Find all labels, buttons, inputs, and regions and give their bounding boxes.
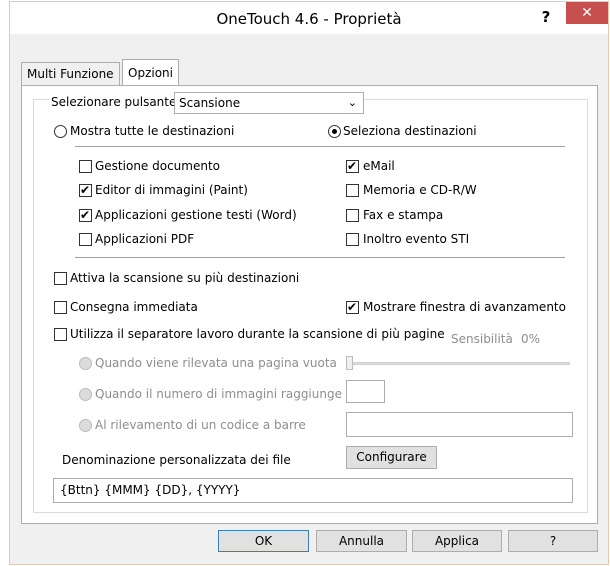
barcode-label: Al rilevamento di un codice a barre bbox=[95, 418, 306, 432]
button-select-dropdown[interactable]: Scansione ⌄ bbox=[174, 92, 364, 114]
button-select-label: Selezionare pulsante: bbox=[49, 94, 183, 110]
show-progress-label: Mostrare finestra di avanzamento bbox=[363, 300, 566, 314]
dest-label-email: eMail bbox=[363, 159, 395, 173]
multi-destination-label: Attiva la scansione su più destinazioni bbox=[70, 271, 300, 285]
dest-checkbox-gestione-documento[interactable] bbox=[79, 160, 92, 173]
apply-button[interactable]: Applica bbox=[412, 530, 502, 552]
job-separator-checkbox[interactable] bbox=[54, 328, 67, 341]
dest-checkbox-email[interactable] bbox=[346, 159, 359, 173]
help-button[interactable]: ? bbox=[508, 530, 598, 552]
dest-label-inoltro-sti: Inoltro evento STI bbox=[363, 232, 470, 246]
select-destinations-radio[interactable] bbox=[328, 125, 341, 138]
instant-delivery-label: Consegna immediata bbox=[70, 300, 198, 314]
dest-checkbox-inoltro-sti[interactable] bbox=[346, 233, 359, 246]
show-progress-checkbox[interactable] bbox=[346, 300, 359, 314]
dest-label-gestione-documento: Gestione documento bbox=[95, 159, 221, 173]
title-bar: OneTouch 4.6 - Proprietà ? ✕ bbox=[10, 2, 608, 34]
blank-page-radio[interactable] bbox=[79, 357, 92, 370]
barcode-input[interactable] bbox=[346, 412, 573, 437]
dest-checkbox-applicazioni-pdf[interactable] bbox=[79, 233, 92, 246]
file-naming-label: Denominazione personalizzata dei file bbox=[62, 453, 291, 467]
ok-button[interactable]: OK bbox=[218, 530, 309, 552]
show-all-destinations-label: Mostra tutte le destinazioni bbox=[70, 124, 235, 138]
job-separator-label: Utilizza il separatore lavoro durante la… bbox=[70, 327, 445, 341]
tab-multi-funzione[interactable]: Multi Funzione bbox=[21, 62, 120, 85]
sensitivity-slider-thumb[interactable] bbox=[346, 356, 353, 370]
sensitivity-label: Sensibilità bbox=[451, 332, 513, 346]
sensitivity-slider-track[interactable] bbox=[348, 362, 570, 365]
select-destinations-label: Seleziona destinazioni bbox=[343, 124, 477, 138]
dest-checkbox-editor-immagini[interactable] bbox=[79, 183, 92, 197]
dest-checkbox-fax-stampa[interactable] bbox=[346, 209, 359, 222]
multi-destination-checkbox[interactable] bbox=[54, 272, 67, 285]
configure-button[interactable]: Configurare bbox=[346, 446, 437, 469]
close-button[interactable]: ✕ bbox=[566, 2, 608, 24]
window-title: OneTouch 4.6 - Proprietà bbox=[216, 10, 402, 28]
image-count-input[interactable] bbox=[346, 380, 385, 403]
destinations-divider-top bbox=[75, 146, 565, 147]
dest-label-memoria-cd: Memoria e CD-R/W bbox=[363, 183, 477, 197]
tab-opzioni[interactable]: Opzioni bbox=[122, 59, 179, 86]
dest-checkbox-applicazioni-testi[interactable] bbox=[79, 208, 92, 222]
dest-checkbox-memoria-cd[interactable] bbox=[346, 184, 359, 197]
barcode-radio[interactable] bbox=[79, 419, 92, 432]
chevron-down-icon: ⌄ bbox=[347, 96, 357, 109]
blank-page-label: Quando viene rilevata una pagina vuota bbox=[95, 356, 337, 370]
dest-label-applicazioni-testi: Applicazioni gestione testi (Word) bbox=[95, 208, 297, 222]
destinations-divider-bottom bbox=[75, 257, 565, 258]
dest-label-editor-immagini: Editor di immagini (Paint) bbox=[95, 183, 248, 197]
show-all-destinations-radio[interactable] bbox=[54, 125, 67, 138]
dest-label-fax-stampa: Fax e stampa bbox=[363, 208, 444, 222]
instant-delivery-checkbox[interactable] bbox=[54, 301, 67, 314]
dest-label-applicazioni-pdf: Applicazioni PDF bbox=[95, 232, 195, 246]
sensitivity-value: 0% bbox=[521, 332, 541, 346]
image-count-label: Quando il numero di immagini raggiunge bbox=[95, 387, 342, 401]
button-select-value: Scansione bbox=[179, 96, 241, 110]
help-icon[interactable]: ? bbox=[532, 4, 560, 30]
cancel-button[interactable]: Annulla bbox=[316, 530, 407, 552]
file-naming-pattern-field[interactable]: {Bttn} {MMM} {DD}, {YYYY} bbox=[53, 478, 573, 503]
image-count-radio[interactable] bbox=[79, 388, 92, 401]
